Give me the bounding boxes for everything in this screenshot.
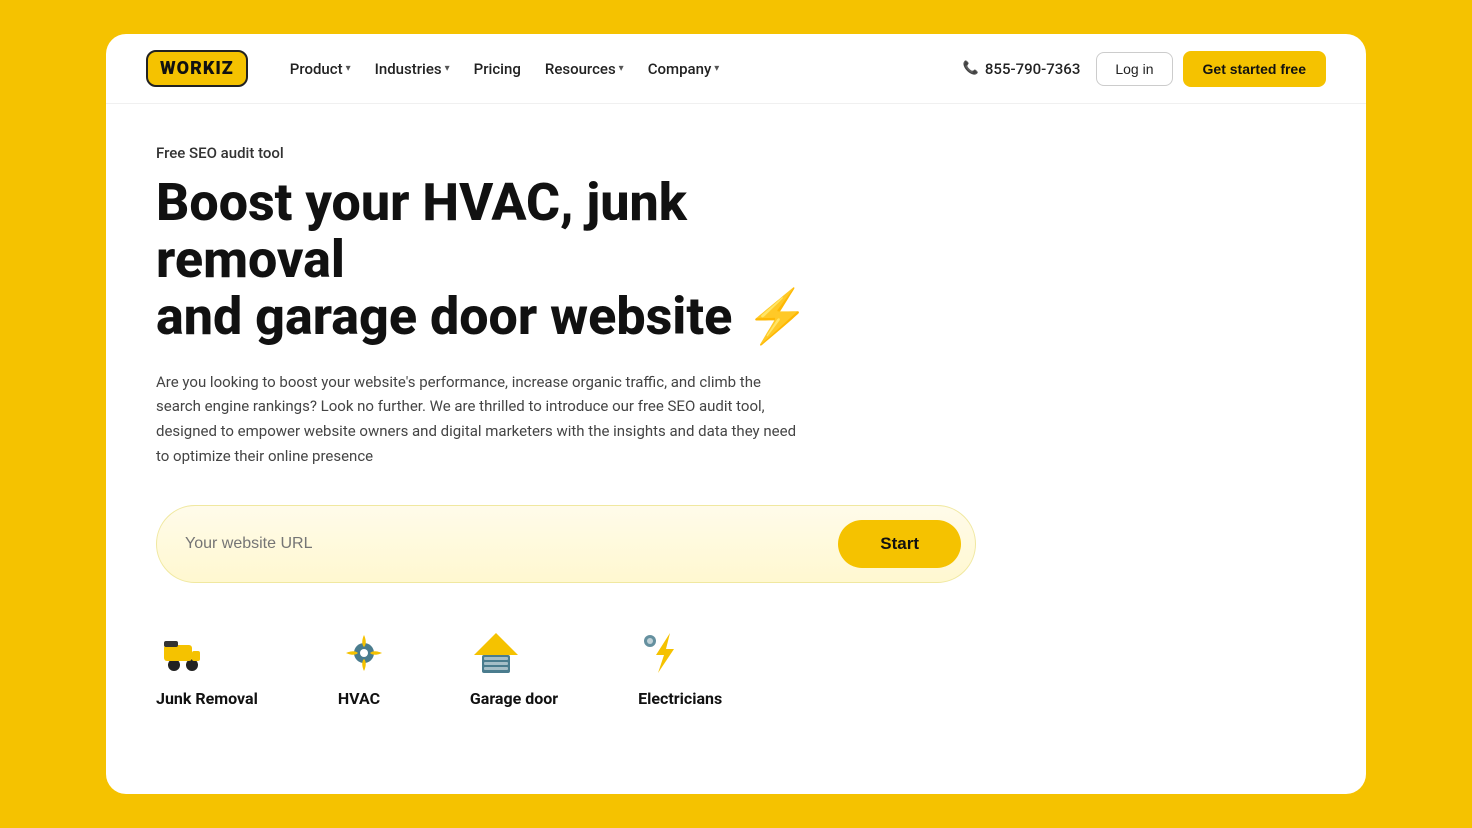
nav-links: Product ▾ Industries ▾ Pricing Resources… xyxy=(280,54,963,84)
nav-item-pricing[interactable]: Pricing xyxy=(464,54,531,84)
industry-item-electricians: Electricians xyxy=(638,627,722,708)
hero-description: Are you looking to boost your website's … xyxy=(156,370,806,469)
nav-phone: 📞 855-790-7363 xyxy=(963,60,1081,78)
chevron-down-icon: ▾ xyxy=(445,63,450,74)
nav-item-product[interactable]: Product ▾ xyxy=(280,54,361,84)
chevron-down-icon: ▾ xyxy=(346,63,351,74)
main-headline: Boost your HVAC, junk removal and garage… xyxy=(156,174,876,346)
main-content: Free SEO audit tool Boost your HVAC, jun… xyxy=(106,104,1366,794)
nav-item-company[interactable]: Company ▾ xyxy=(638,54,730,84)
junk-removal-icon xyxy=(156,627,208,679)
start-button[interactable]: Start xyxy=(838,520,961,568)
chevron-down-icon: ▾ xyxy=(619,63,624,74)
electricians-label: Electricians xyxy=(638,689,722,708)
logo-text: WORKIZ xyxy=(160,58,234,79)
eyebrow-text: Free SEO audit tool xyxy=(156,144,1316,162)
url-search-section: Start xyxy=(156,505,976,583)
login-button[interactable]: Log in xyxy=(1096,52,1172,86)
industries-row: Junk Removal HVAC xyxy=(156,627,1316,708)
junk-removal-label: Junk Removal xyxy=(156,689,258,708)
industry-item-junk-removal: Junk Removal xyxy=(156,627,258,708)
hvac-icon xyxy=(338,627,390,679)
nav-item-industries[interactable]: Industries ▾ xyxy=(365,54,460,84)
navbar: WORKIZ Product ▾ Industries ▾ Pricing Re… xyxy=(106,34,1366,104)
get-started-button[interactable]: Get started free xyxy=(1183,51,1326,87)
garage-door-icon xyxy=(470,627,522,679)
garage-door-label: Garage door xyxy=(470,689,558,708)
nav-item-resources[interactable]: Resources ▾ xyxy=(535,54,634,84)
hvac-label: HVAC xyxy=(338,689,380,708)
lightning-icon: ⚡ xyxy=(745,288,810,345)
phone-icon: 📞 xyxy=(963,61,979,76)
electricians-icon xyxy=(638,627,690,679)
industry-item-garage-door: Garage door xyxy=(470,627,558,708)
logo[interactable]: WORKIZ xyxy=(146,50,248,87)
url-input[interactable] xyxy=(185,535,838,553)
chevron-down-icon: ▾ xyxy=(714,63,719,74)
industry-item-hvac: HVAC xyxy=(338,627,390,708)
